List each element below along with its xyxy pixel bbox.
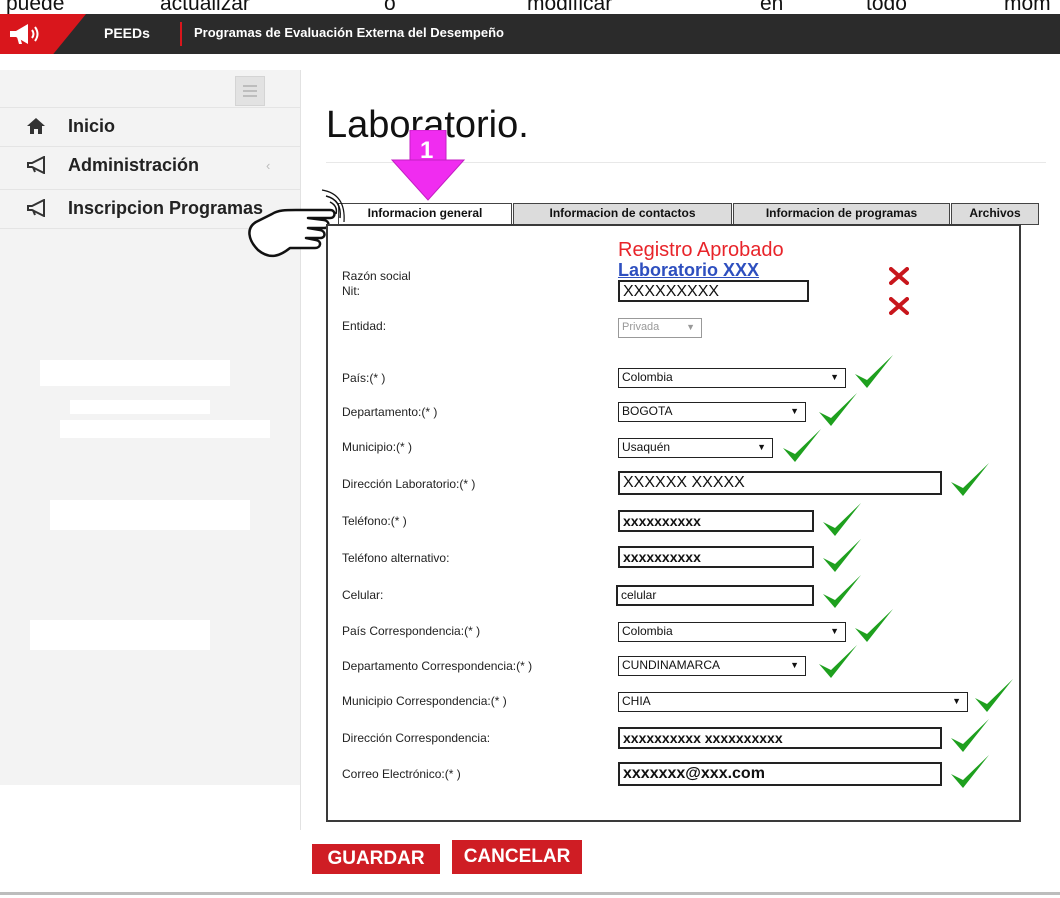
logo[interactable] <box>0 14 86 54</box>
check-icon <box>951 719 989 752</box>
depto-corr-value: CUNDINAMARCA <box>622 658 721 672</box>
celular-field[interactable]: celular <box>616 585 814 606</box>
sidebar-blank-area <box>70 400 210 414</box>
chevron-down-icon: ▼ <box>790 660 799 670</box>
brand-name[interactable]: PEEDs <box>104 25 150 41</box>
sidebar-blank-area <box>30 620 210 650</box>
check-icon <box>951 755 989 788</box>
tab-informacion-programas[interactable]: Informacion de programas <box>733 203 950 225</box>
sidebar-blank-area <box>40 360 230 386</box>
depto-corr-label: Departamento Correspondencia:(* ) <box>342 659 533 673</box>
correo-label: Correo Electrónico:(* ) <box>342 767 461 781</box>
sidebar-toggle-button[interactable] <box>235 76 265 106</box>
departamento-label: Departamento:(* ) <box>342 405 438 419</box>
step-arrow-icon: 1 <box>390 130 466 201</box>
direccion-corr-field[interactable]: xxxxxxxxxx xxxxxxxxxx <box>618 727 942 749</box>
municipio-corr-value: CHIA <box>622 694 651 708</box>
municipio-value: Usaquén <box>622 440 671 454</box>
sidebar-item-inicio[interactable]: Inicio <box>0 107 300 146</box>
sidebar-item-label: Inscripcion Programas <box>68 198 264 218</box>
sidebar-blank-area <box>60 420 270 438</box>
telefono-alt-field[interactable]: xxxxxxxxxx <box>618 546 814 568</box>
megaphone-icon <box>27 199 45 217</box>
nit-label: Nit: <box>342 284 360 298</box>
telefono-label: Teléfono:(* ) <box>342 514 407 528</box>
pais-select[interactable]: Colombia ▼ <box>618 368 846 388</box>
telefono-field[interactable]: xxxxxxxxxx <box>618 510 814 532</box>
brand-divider <box>180 22 182 46</box>
brand-subtitle: Programas de Evaluación Externa del Dese… <box>194 25 504 40</box>
chevron-down-icon: ▼ <box>790 406 799 416</box>
check-icon <box>823 539 861 572</box>
entidad-value: Privada <box>622 321 660 333</box>
check-icon <box>783 429 821 462</box>
nit-field[interactable]: XXXXXXXXX <box>618 280 809 302</box>
pais-corr-select[interactable]: Colombia ▼ <box>618 622 846 642</box>
celular-label: Celular: <box>342 588 384 602</box>
correo-field[interactable]: xxxxxxx@xxx.com <box>618 762 942 786</box>
pais-label: País:(* ) <box>342 371 386 385</box>
municipio-corr-select[interactable]: CHIA ▼ <box>618 692 968 712</box>
instruction-text: puede actualizar o modificar en todo mom <box>0 0 1060 15</box>
municipio-corr-label: Municipio Correspondencia:(* ) <box>342 694 507 708</box>
razon-social-label: Razón social <box>342 269 411 283</box>
tab-informacion-general[interactable]: Informacion general <box>338 203 512 226</box>
check-icon <box>819 645 857 678</box>
home-icon <box>27 118 45 134</box>
sidebar-blank-area <box>50 500 250 530</box>
departamento-value: BOGOTA <box>622 404 673 418</box>
departamento-select[interactable]: BOGOTA ▼ <box>618 402 806 422</box>
check-icon <box>823 503 861 536</box>
status-text: Registro Aprobado <box>618 239 784 261</box>
pais-value: Colombia <box>622 370 673 384</box>
check-icon <box>819 393 857 426</box>
sidebar-blank-area <box>0 785 300 830</box>
chevron-down-icon: ▼ <box>952 696 961 706</box>
entidad-select[interactable]: Privada ▼ <box>618 318 702 338</box>
direccion-field[interactable]: XXXXXX XXXXX <box>618 471 942 495</box>
chevron-left-icon: ‹ <box>266 158 271 173</box>
entidad-label: Entidad: <box>342 319 387 333</box>
lab-name-link[interactable]: Laboratorio XXX <box>618 260 759 281</box>
sidebar-item-label: Inicio <box>68 116 116 136</box>
pais-corr-value: Colombia <box>622 624 673 638</box>
chevron-down-icon: ▼ <box>686 322 695 332</box>
sidebar-item-label: Administración <box>68 155 200 175</box>
municipio-label: Municipio:(* ) <box>342 440 413 454</box>
error-x-icon <box>889 267 909 285</box>
pais-corr-label: País Correspondencia:(* ) <box>342 624 481 638</box>
check-icon <box>855 355 893 388</box>
megaphone-icon <box>10 24 39 44</box>
telefono-alt-label: Teléfono alternativo: <box>342 551 450 565</box>
step-number: 1 <box>420 137 433 164</box>
error-x-icon <box>889 297 909 315</box>
bottom-divider <box>0 892 1060 895</box>
municipio-select[interactable]: Usaquén ▼ <box>618 438 773 458</box>
top-bar: PEEDs Programas de Evaluación Externa de… <box>0 14 1060 54</box>
cancel-button[interactable]: CANCELAR <box>452 840 582 874</box>
tab-archivos[interactable]: Archivos <box>951 203 1039 225</box>
depto-corr-select[interactable]: CUNDINAMARCA ▼ <box>618 656 806 676</box>
chevron-down-icon: ▼ <box>830 626 839 636</box>
check-icon <box>855 609 893 642</box>
save-button[interactable]: GUARDAR <box>312 844 440 874</box>
chevron-down-icon: ▼ <box>757 442 766 452</box>
direccion-label: Dirección Laboratorio:(* ) <box>342 477 476 491</box>
check-icon <box>951 463 989 496</box>
direccion-corr-label: Dirección Correspondencia: <box>342 731 491 745</box>
check-icon <box>975 679 1013 712</box>
chevron-down-icon: ▼ <box>830 372 839 382</box>
tab-informacion-contactos[interactable]: Informacion de contactos <box>513 203 732 225</box>
megaphone-icon <box>27 156 45 174</box>
